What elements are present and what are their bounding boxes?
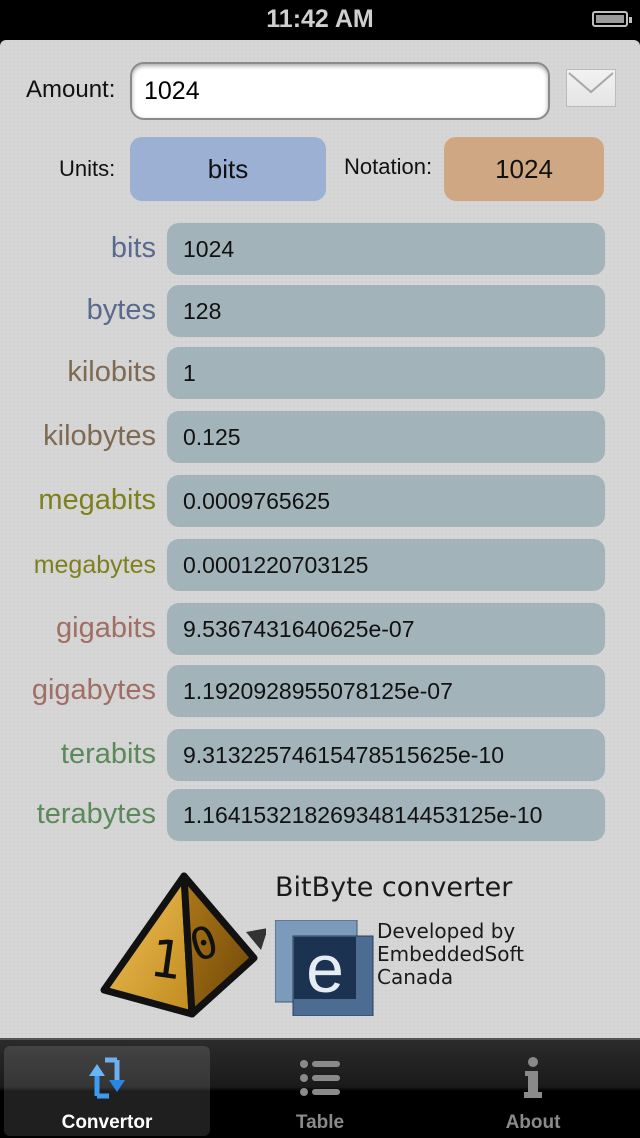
svg-text:e: e <box>306 931 344 1007</box>
conversion-row-megabits: megabits 0.0009765625 <box>0 475 640 529</box>
d10-die-logo-icon: 1 0 <box>100 872 266 1018</box>
email-button[interactable] <box>566 69 616 107</box>
value-field[interactable]: 1 <box>167 347 605 399</box>
unit-label: terabytes <box>36 798 156 830</box>
amount-label: Amount: <box>26 76 116 103</box>
developer-line-2: EmbeddedSoft <box>377 942 524 966</box>
branding: 1 0 BitByte converter e Developed by Emb… <box>0 870 640 1040</box>
units-label: Units: <box>59 156 116 181</box>
unit-label: terabits <box>60 738 156 770</box>
conversion-row-terabits: terabits 9.31322574615478515625e-10 <box>0 729 640 783</box>
unit-label: gigabytes <box>31 674 156 706</box>
tab-label: About <box>505 1112 561 1133</box>
value-field[interactable]: 9.31322574615478515625e-10 <box>167 729 605 781</box>
unit-label: megabits <box>38 484 156 516</box>
value-field[interactable]: 1.16415321826934814453125e-10 <box>167 789 605 841</box>
app-title: BitByte converter <box>275 872 513 903</box>
value-field[interactable]: 0.125 <box>167 411 605 463</box>
conversion-row-bits: bits 1024 <box>0 223 640 277</box>
units-value: bits <box>207 153 249 184</box>
conversion-row-kilobits: kilobits 1 <box>0 347 640 401</box>
developer-line-3: Canada <box>377 965 454 989</box>
unit-label: kilobytes <box>43 420 156 452</box>
unit-label: gigabits <box>56 612 156 644</box>
unit-label: kilobits <box>67 356 156 388</box>
unit-label: megabytes <box>33 551 156 579</box>
convert-arrows-icon <box>89 1057 125 1099</box>
battery-icon <box>592 11 632 27</box>
value-field[interactable]: 9.5367431640625e-07 <box>167 603 605 655</box>
notation-label: Notation: <box>344 154 433 179</box>
conversion-row-megabytes: megabytes 0.0001220703125 <box>0 539 640 593</box>
amount-input[interactable] <box>130 62 550 120</box>
value-field[interactable]: 1.1920928955078125e-07 <box>167 665 605 717</box>
status-bar: 11:42 AM <box>0 0 640 40</box>
notation-value: 1024 <box>495 153 553 184</box>
tab-convertor[interactable]: Convertor <box>4 1046 210 1136</box>
tab-about[interactable]: About <box>430 1046 636 1136</box>
conversion-row-kilobytes: kilobytes 0.125 <box>0 411 640 465</box>
envelope-icon <box>568 72 614 94</box>
value-field[interactable]: 128 <box>167 285 605 337</box>
list-icon <box>300 1060 340 1096</box>
unit-label: bits <box>110 232 156 264</box>
embeddedsoft-logo-icon: e <box>275 920 374 1016</box>
notation-selector[interactable]: 1024 <box>444 137 604 201</box>
tab-label: Table <box>295 1112 345 1133</box>
value-field[interactable]: 0.0001220703125 <box>167 539 605 591</box>
units-selector[interactable]: bits <box>130 137 326 201</box>
conversion-row-gigabytes: gigabytes 1.1920928955078125e-07 <box>0 665 640 719</box>
unit-label: bytes <box>86 294 156 326</box>
conversion-row-bytes: bytes 128 <box>0 285 640 339</box>
conversion-row-gigabits: gigabits 9.5367431640625e-07 <box>0 603 640 657</box>
converter-panel: Amount: Units: bits Notation: 1024 bits … <box>0 40 640 1040</box>
conversion-row-terabytes: terabytes 1.16415321826934814453125e-10 <box>0 789 640 843</box>
value-field[interactable]: 0.0009765625 <box>167 475 605 527</box>
status-time: 11:42 AM <box>266 5 374 33</box>
tab-label: Convertor <box>61 1112 153 1133</box>
info-icon <box>524 1057 542 1098</box>
developer-credit: Developed by EmbeddedSoft Canada <box>377 920 524 989</box>
tab-bar: Convertor Table About <box>0 1038 640 1138</box>
developer-line-1: Developed by <box>377 919 516 943</box>
tab-table[interactable]: Table <box>217 1046 423 1136</box>
value-field[interactable]: 1024 <box>167 223 605 275</box>
